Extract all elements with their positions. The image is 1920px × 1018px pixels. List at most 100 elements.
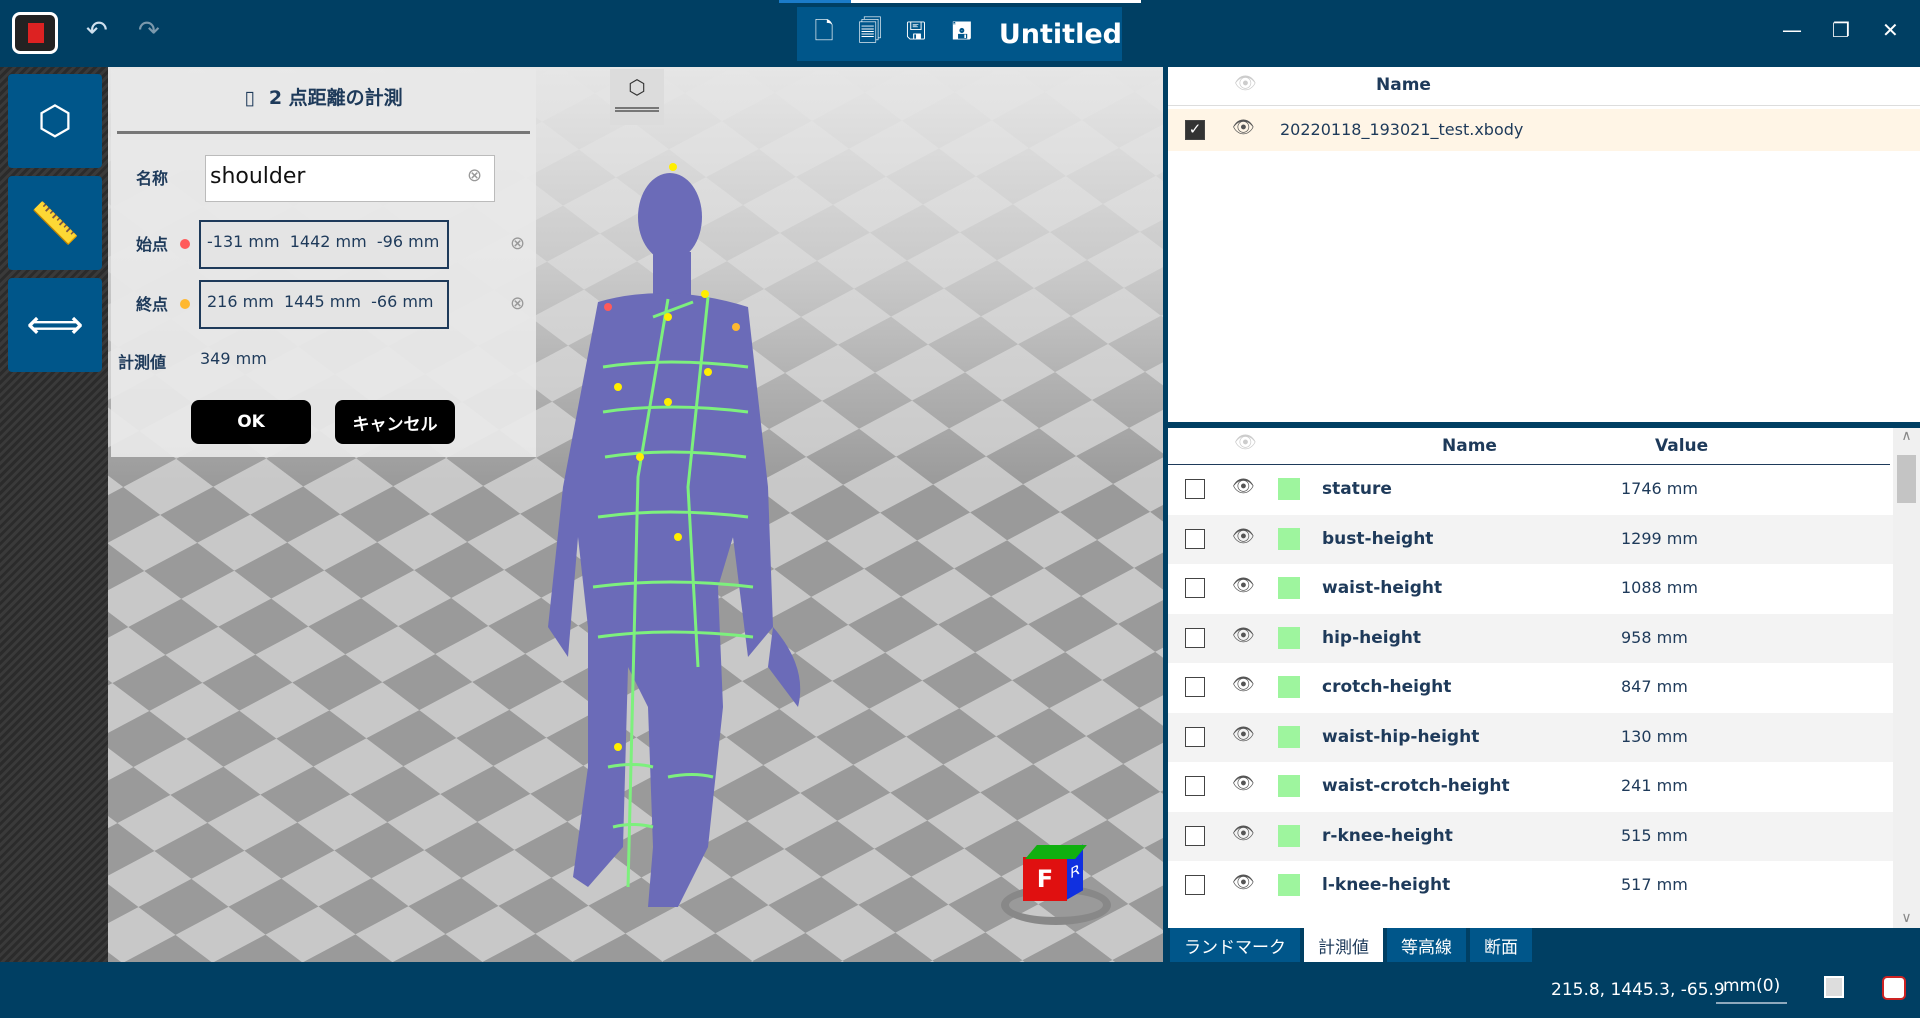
tab-section[interactable]: 断面 bbox=[1470, 928, 1532, 962]
eye-icon[interactable]: 👁 bbox=[1232, 674, 1255, 695]
eye-icon[interactable]: 👁 bbox=[1232, 773, 1255, 794]
eye-icon[interactable]: 👁 bbox=[1232, 872, 1255, 893]
tab-landmark[interactable]: ランドマーク bbox=[1170, 928, 1300, 962]
row-checkbox[interactable] bbox=[1185, 627, 1205, 648]
color-swatch[interactable] bbox=[1278, 527, 1300, 550]
measurement-row[interactable]: 👁 l-knee-height 517 mm bbox=[1168, 861, 1893, 911]
scroll-up-icon[interactable]: ∧ bbox=[1893, 428, 1920, 444]
row-checkbox[interactable] bbox=[1185, 776, 1205, 796]
start-point-label: 始点 bbox=[136, 235, 169, 254]
cancel-button[interactable]: キャンセル bbox=[335, 400, 455, 444]
measurement-name: hip-height bbox=[1322, 627, 1422, 648]
name-header: Name bbox=[1442, 436, 1497, 456]
eye-icon[interactable]: 👁 bbox=[1232, 575, 1255, 596]
row-checkbox[interactable] bbox=[1185, 528, 1205, 549]
color-swatch[interactable] bbox=[1278, 577, 1300, 599]
value-header: Value bbox=[1655, 436, 1709, 456]
save-icon[interactable]: 🖫 bbox=[903, 14, 929, 55]
new-file-icon[interactable]: 🗋 bbox=[811, 14, 837, 55]
tab-measurements[interactable]: 計測値 bbox=[1304, 928, 1383, 962]
measurement-row[interactable]: 👁 r-knee-height 515 mm bbox=[1168, 811, 1893, 861]
eye-icon[interactable]: 👁 bbox=[1232, 625, 1255, 646]
measurement-name: waist-crotch-height bbox=[1322, 776, 1510, 796]
measurement-value: 1746 mm bbox=[1621, 479, 1698, 498]
right-panel: 👁 Name ✓ 👁 20220118_193021_test.xbody 👁 … bbox=[1168, 67, 1920, 962]
color-swatch[interactable] bbox=[1278, 676, 1300, 698]
restore-icon[interactable]: ❐ bbox=[1832, 18, 1850, 42]
frame-icon[interactable] bbox=[1824, 976, 1844, 998]
color-swatch[interactable] bbox=[1278, 478, 1300, 500]
start-point-field[interactable]: -131 mm 1442 mm -96 mm bbox=[199, 220, 449, 269]
scroll-down-icon[interactable]: ∨ bbox=[1893, 910, 1920, 926]
measurement-row[interactable]: 👁 stature 1746 mm bbox=[1168, 465, 1893, 515]
measurement-value: 515 mm bbox=[1621, 825, 1688, 845]
end-point-dot bbox=[180, 299, 190, 309]
eye-icon[interactable]: 👁 bbox=[1232, 117, 1255, 138]
eye-icon[interactable]: 👁 bbox=[1232, 526, 1255, 547]
row-checkbox[interactable] bbox=[1185, 479, 1205, 499]
color-swatch[interactable] bbox=[1278, 725, 1300, 748]
two-point-distance-icon: ⟺ bbox=[26, 302, 84, 348]
save-as-icon[interactable]: 🖪 bbox=[949, 14, 975, 55]
row-checkbox[interactable] bbox=[1185, 677, 1205, 697]
measurement-name: r-knee-height bbox=[1322, 825, 1453, 846]
close-icon[interactable]: ✕ bbox=[1882, 18, 1899, 42]
file-row[interactable]: ✓ 👁 20220118_193021_test.xbody bbox=[1168, 109, 1920, 151]
document-title: Untitled bbox=[998, 18, 1122, 50]
title-bar: ↶ ↷ 🗋 🗐 🖫 🖪 Untitled — ❐ ✕ bbox=[0, 0, 1920, 67]
measure-button[interactable]: 📏 bbox=[8, 176, 102, 270]
row-checkbox[interactable] bbox=[1185, 726, 1205, 747]
file-list: 👁 Name ✓ 👁 20220118_193021_test.xbody bbox=[1168, 67, 1920, 422]
eye-icon[interactable]: 👁 bbox=[1232, 476, 1255, 497]
dialog-title: ▯ 2 点距離の計測 bbox=[244, 87, 403, 109]
color-swatch[interactable] bbox=[1278, 626, 1300, 649]
body-view-button[interactable]: ⬡ bbox=[8, 74, 102, 168]
color-swatch[interactable] bbox=[1278, 824, 1300, 847]
file-checkbox[interactable]: ✓ bbox=[1185, 120, 1205, 140]
clear-end-icon[interactable]: ⊗ bbox=[510, 293, 525, 314]
open-file-icon[interactable]: 🗐 bbox=[857, 14, 883, 55]
eye-icon[interactable]: 👁 bbox=[1232, 823, 1255, 844]
measurement-value: 1088 mm bbox=[1621, 578, 1698, 597]
result-label: 計測値 bbox=[118, 353, 167, 372]
tab-indicator bbox=[779, 0, 1141, 3]
tab-contour[interactable]: 等高線 bbox=[1387, 928, 1466, 962]
result-value: 349 mm bbox=[200, 349, 267, 368]
orientation-cube[interactable]: F R bbox=[1001, 837, 1123, 937]
measurement-rows: 👁 stature 1746 mm 👁 bust-height 1299 mm … bbox=[1168, 465, 1893, 925]
row-checkbox[interactable] bbox=[1185, 825, 1205, 846]
file-name-header: Name bbox=[1376, 75, 1431, 95]
ok-button[interactable]: OK bbox=[191, 400, 311, 444]
clear-name-icon[interactable]: ⊗ bbox=[467, 165, 482, 186]
measurement-row[interactable]: 👁 hip-height 958 mm bbox=[1168, 613, 1893, 663]
measurement-row[interactable]: 👁 waist-height 1088 mm bbox=[1168, 564, 1893, 614]
two-point-distance-button[interactable]: ⟺ bbox=[8, 278, 102, 372]
clear-start-icon[interactable]: ⊗ bbox=[510, 233, 525, 254]
cube-front-face: F bbox=[1023, 857, 1067, 901]
measurement-row[interactable]: 👁 waist-crotch-height 241 mm bbox=[1168, 762, 1893, 812]
scrollbar-thumb[interactable] bbox=[1897, 455, 1916, 503]
measurement-name: l-knee-height bbox=[1322, 875, 1451, 895]
visibility-header-icon: 👁 bbox=[1234, 432, 1257, 453]
measurement-value: 958 mm bbox=[1621, 627, 1688, 647]
color-swatch[interactable] bbox=[1278, 874, 1300, 896]
minimize-icon[interactable]: — bbox=[1782, 18, 1802, 42]
measurement-row[interactable]: 👁 bust-height 1299 mm bbox=[1168, 514, 1893, 564]
file-toolbar: 🗋 🗐 🖫 🖪 Untitled bbox=[797, 7, 1122, 61]
eye-icon[interactable]: 👁 bbox=[1232, 724, 1255, 745]
measure-ruler-icon: 📏 bbox=[30, 200, 80, 247]
name-input[interactable]: shoulder bbox=[205, 155, 495, 202]
undo-icon[interactable]: ↶ bbox=[86, 16, 108, 46]
scrollbar[interactable]: ∧ ∨ bbox=[1893, 428, 1920, 928]
view-orientation-button[interactable]: ⬡ bbox=[610, 69, 664, 125]
measurement-row[interactable]: 👁 waist-hip-height 130 mm bbox=[1168, 712, 1893, 762]
measurement-row[interactable]: 👁 crotch-height 847 mm bbox=[1168, 663, 1893, 713]
redo-icon[interactable]: ↷ bbox=[138, 16, 160, 46]
row-checkbox[interactable] bbox=[1185, 875, 1205, 895]
color-swatch[interactable] bbox=[1278, 775, 1300, 797]
end-point-field[interactable]: 216 mm 1445 mm -66 mm bbox=[199, 280, 449, 329]
measurement-name: crotch-height bbox=[1322, 677, 1452, 697]
measurement-value: 241 mm bbox=[1621, 776, 1688, 795]
unit-selector[interactable]: mm(0) bbox=[1716, 976, 1788, 1004]
row-checkbox[interactable] bbox=[1185, 578, 1205, 598]
